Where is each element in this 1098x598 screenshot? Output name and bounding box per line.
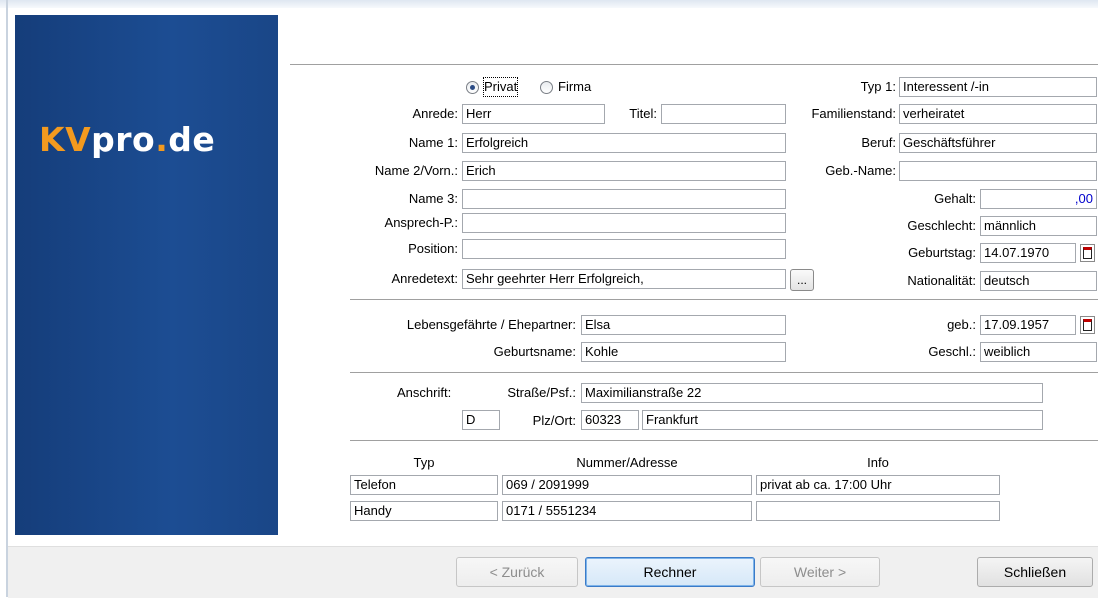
brand-logo: KVpro.de — [39, 120, 216, 159]
geburtstag-field[interactable]: 14.07.1970 — [980, 243, 1076, 263]
geschlecht-label: Geschlecht: — [907, 218, 976, 233]
contact-row-1-nummer[interactable]: 069 / 2091999 — [502, 475, 752, 495]
partner-geb-field[interactable]: 17.09.1957 — [980, 315, 1076, 335]
beruf-label: Beruf: — [861, 135, 896, 150]
separator-contacts — [350, 440, 1098, 442]
contacts-header-info: Info — [867, 455, 889, 470]
back-button[interactable]: < Zurück — [456, 557, 578, 587]
familienstand-field[interactable]: verheiratet — [899, 104, 1097, 124]
radio-firma[interactable] — [540, 81, 553, 94]
radio-privat-label[interactable]: Privat — [482, 77, 519, 97]
contact-row-2-typ[interactable]: Handy — [350, 501, 498, 521]
separator-address — [350, 372, 1098, 374]
beruf-field[interactable]: Geschäftsführer — [899, 133, 1097, 153]
gehalt-label: Gehalt: — [934, 191, 976, 206]
anrede-field[interactable]: Herr — [462, 104, 605, 124]
ansprech-field[interactable] — [462, 213, 786, 233]
nationalitaet-field[interactable]: deutsch — [980, 271, 1097, 291]
window-top-edge — [0, 0, 1098, 8]
separator-partner — [350, 299, 1098, 301]
geschlecht-field[interactable]: männlich — [980, 216, 1097, 236]
partner-geburtsname-field[interactable]: Kohle — [581, 342, 786, 362]
anredetext-label: Anredetext: — [391, 271, 459, 286]
window-left-edge — [6, 0, 8, 597]
partner-geschl-label: Geschl.: — [928, 344, 976, 359]
close-button[interactable]: Schließen — [977, 557, 1093, 587]
radio-firma-label[interactable]: Firma — [558, 78, 591, 96]
partner-geb-label: geb.: — [947, 317, 976, 332]
position-field[interactable] — [462, 239, 786, 259]
position-label: Position: — [408, 241, 458, 256]
next-button[interactable]: Weiter > — [760, 557, 880, 587]
anrede-label: Anrede: — [412, 106, 458, 121]
calculator-button[interactable]: Rechner — [585, 557, 755, 587]
name3-field[interactable] — [462, 189, 786, 209]
titel-label: Titel: — [629, 106, 657, 121]
geburtstag-label: Geburtstag: — [908, 245, 976, 260]
name2-field[interactable]: Erich — [462, 161, 786, 181]
name1-label: Name 1: — [408, 135, 458, 150]
strasse-field[interactable]: Maximilianstraße 22 — [581, 383, 1043, 403]
nationalitaet-label: Nationalität: — [907, 273, 976, 288]
partner-geburtsname-label: Geburtsname: — [493, 344, 576, 359]
radio-privat[interactable] — [466, 81, 479, 94]
geburtstag-calendar-icon[interactable] — [1080, 244, 1095, 262]
contact-row-1-info[interactable]: privat ab ca. 17:00 Uhr — [756, 475, 1000, 495]
typ1-field[interactable]: Interessent /-in — [899, 77, 1097, 97]
anschrift-label: Anschrift: — [397, 385, 452, 400]
partner-geb-calendar-icon[interactable] — [1080, 316, 1095, 334]
familienstand-label: Familienstand: — [811, 106, 896, 121]
typ1-label: Typ 1: — [860, 79, 896, 94]
contacts-header-typ: Typ — [413, 455, 435, 470]
plzort-label: Plz/Ort: — [532, 413, 576, 428]
plz-field[interactable]: 60323 — [581, 410, 639, 430]
anredetext-picker-button[interactable]: ... — [790, 269, 814, 291]
titel-field[interactable] — [661, 104, 786, 124]
separator-top — [290, 64, 1098, 66]
brand-panel: KVpro.de — [15, 15, 278, 535]
partner-geschl-field[interactable]: weiblich — [980, 342, 1097, 362]
country-field[interactable]: D — [462, 410, 500, 430]
name1-field[interactable]: Erfolgreich — [462, 133, 786, 153]
contact-row-2-info[interactable] — [756, 501, 1000, 521]
gebname-label: Geb.-Name: — [825, 163, 896, 178]
partner-name-label: Lebensgefährte / Ehepartner: — [406, 317, 576, 332]
contact-row-1-typ[interactable]: Telefon — [350, 475, 498, 495]
anredetext-field[interactable]: Sehr geehrter Herr Erfolgreich, — [462, 269, 786, 289]
ort-field[interactable]: Frankfurt — [642, 410, 1043, 430]
strasse-label: Straße/Psf.: — [507, 385, 576, 400]
name3-label: Name 3: — [408, 191, 458, 206]
ansprech-label: Ansprech-P.: — [384, 215, 458, 230]
gehalt-field[interactable]: ,00 — [980, 189, 1097, 209]
name2-label: Name 2/Vorn.: — [374, 163, 458, 178]
gebname-field[interactable] — [899, 161, 1097, 181]
partner-name-field[interactable]: Elsa — [581, 315, 786, 335]
contact-row-2-nummer[interactable]: 0171 / 5551234 — [502, 501, 752, 521]
contacts-header-nummer: Nummer/Adresse — [576, 455, 678, 470]
